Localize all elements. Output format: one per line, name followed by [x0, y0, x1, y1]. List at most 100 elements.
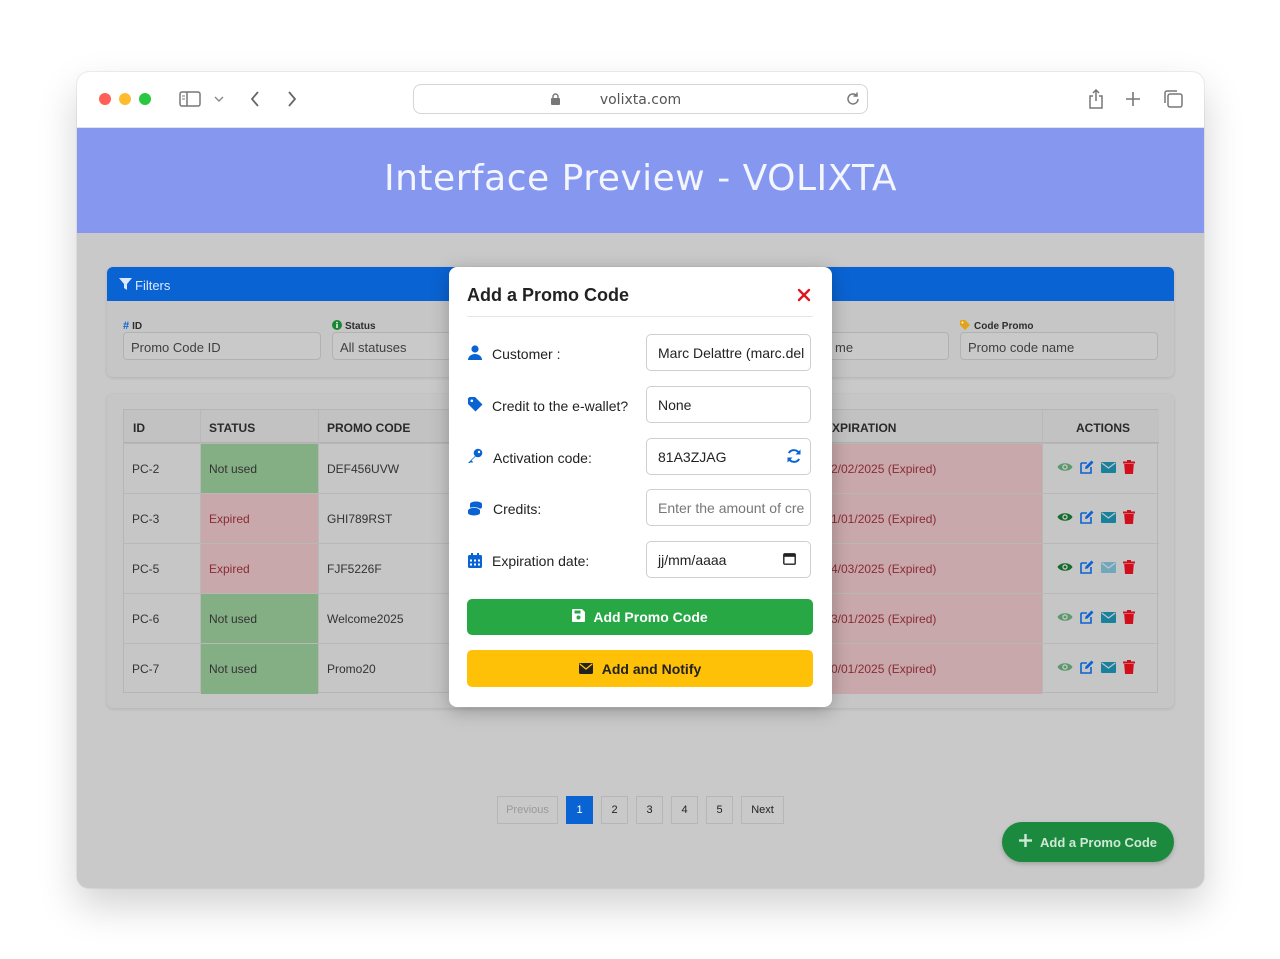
email-icon[interactable] [1101, 460, 1116, 479]
cell-id: PC-3 [132, 512, 160, 526]
browser-toolbar: volixta.com [77, 72, 1204, 128]
cell-expiration: 2/02/2025 (Expired) [824, 444, 1042, 494]
edit-icon[interactable] [1080, 510, 1094, 529]
close-icon[interactable] [796, 287, 812, 303]
view-icon[interactable] [1057, 610, 1073, 629]
delete-icon[interactable] [1123, 460, 1135, 479]
pagination-page-1[interactable]: 1 [566, 796, 593, 824]
plus-icon [1018, 834, 1032, 850]
edit-icon[interactable] [1080, 660, 1094, 679]
user-icon [467, 344, 483, 360]
status-badge: Not used [201, 644, 318, 694]
pagination-page-5[interactable]: 5 [706, 796, 733, 824]
view-icon[interactable] [1057, 460, 1073, 479]
credit-wallet-label: Credit to the e-wallet? [492, 398, 629, 414]
column-header-actions: ACTIONS [1076, 421, 1130, 435]
modal-divider [467, 316, 813, 317]
row-actions [1057, 610, 1135, 629]
add-promo-modal: Add a Promo Code Customer : Marc Delattr… [449, 267, 832, 707]
filter-id-input[interactable]: Promo Code ID [123, 332, 321, 360]
pagination-page-3[interactable]: 3 [636, 796, 663, 824]
page-title: Interface Preview - VOLIXTA [384, 158, 897, 199]
filter-code-promo-input[interactable]: Promo code name [960, 332, 1158, 360]
credits-label: Credits: [493, 501, 542, 517]
hash-icon: # [123, 320, 130, 332]
add-promo-code-fab[interactable]: Add a Promo Code [1002, 822, 1174, 862]
new-tab-icon[interactable] [1124, 88, 1142, 110]
column-header-promo-code[interactable]: PROMO CODE [327, 421, 410, 435]
add-and-notify-label: Add and Notify [601, 660, 702, 677]
status-badge: Not used [201, 444, 318, 494]
reload-icon[interactable] [845, 91, 861, 112]
customer-input[interactable]: Marc Delattre (marc.del [646, 334, 811, 371]
cell-id: PC-2 [132, 462, 160, 476]
column-header-id[interactable]: ID [133, 421, 145, 435]
row-actions [1057, 510, 1135, 529]
credit-wallet-select[interactable]: None [646, 386, 811, 423]
row-actions [1057, 460, 1135, 479]
column-header-expiration[interactable]: XPIRATION [832, 421, 896, 435]
close-window-button[interactable] [99, 93, 111, 105]
chevron-down-icon[interactable] [213, 88, 225, 110]
pagination-previous[interactable]: Previous [497, 796, 558, 824]
filter-id-label: # ID [123, 320, 143, 332]
filter-name-input[interactable]: me [827, 332, 949, 360]
back-arrow-icon[interactable] [247, 88, 263, 110]
add-and-notify-button[interactable]: Add and Notify [467, 650, 813, 687]
delete-icon[interactable] [1123, 510, 1135, 529]
view-icon[interactable] [1057, 560, 1073, 579]
cell-expiration: 1/01/2025 (Expired) [824, 494, 1042, 544]
save-icon [572, 609, 586, 625]
pagination-page-4[interactable]: 4 [671, 796, 698, 824]
row-actions [1057, 660, 1135, 679]
refresh-icon[interactable] [786, 448, 802, 464]
email-icon[interactable] [1101, 510, 1116, 529]
cell-expiration: 4/03/2025 (Expired) [824, 544, 1042, 594]
share-icon[interactable] [1087, 88, 1105, 110]
cell-id: PC-6 [132, 612, 160, 626]
filters-title: Filters [135, 278, 171, 293]
view-icon[interactable] [1057, 510, 1073, 529]
credits-input[interactable]: Enter the amount of cre [646, 489, 811, 526]
cell-expiration: 3/01/2025 (Expired) [824, 594, 1042, 644]
delete-icon[interactable] [1123, 610, 1135, 629]
minimize-window-button[interactable] [119, 93, 131, 105]
add-promo-code-button[interactable]: Add Promo Code [467, 599, 813, 635]
maximize-window-button[interactable] [139, 93, 151, 105]
pagination-page-2[interactable]: 2 [601, 796, 628, 824]
activation-code-label: Activation code: [493, 450, 592, 466]
edit-icon[interactable] [1080, 460, 1094, 479]
forward-arrow-icon[interactable] [284, 88, 300, 110]
pagination-next[interactable]: Next [741, 796, 784, 824]
tabs-overview-icon[interactable] [1163, 88, 1183, 110]
column-header-status[interactable]: STATUS [209, 421, 255, 435]
edit-icon[interactable] [1080, 610, 1094, 629]
cell-expiration: 0/01/2025 (Expired) [824, 644, 1042, 694]
row-actions [1057, 560, 1135, 579]
key-icon [467, 448, 483, 464]
address-bar[interactable]: volixta.com [413, 84, 868, 114]
status-badge: Expired [201, 544, 318, 594]
coins-icon [467, 500, 483, 516]
delete-icon[interactable] [1123, 660, 1135, 679]
delete-icon[interactable] [1123, 560, 1135, 579]
date-picker-icon[interactable] [783, 552, 797, 566]
url-text: volixta.com [599, 92, 682, 108]
calendar-icon [467, 552, 483, 568]
view-icon[interactable] [1057, 660, 1073, 679]
email-icon[interactable] [1101, 560, 1116, 579]
envelope-icon [578, 661, 593, 677]
email-icon[interactable] [1101, 660, 1116, 679]
edit-icon[interactable] [1080, 560, 1094, 579]
filter-icon [119, 278, 132, 293]
cell-promo-code: Promo20 [327, 662, 376, 676]
sidebar-toggle-icon[interactable] [179, 88, 201, 110]
modal-title: Add a Promo Code [467, 285, 630, 305]
cell-id: PC-5 [132, 562, 160, 576]
page-content: Interface Preview - VOLIXTA Filters # ID… [77, 128, 1204, 888]
fab-label: Add a Promo Code [1039, 834, 1157, 850]
status-badge: Expired [201, 494, 318, 544]
email-icon[interactable] [1101, 610, 1116, 629]
cell-id: PC-7 [132, 662, 160, 676]
filter-status-select[interactable]: All statuses [332, 332, 452, 360]
